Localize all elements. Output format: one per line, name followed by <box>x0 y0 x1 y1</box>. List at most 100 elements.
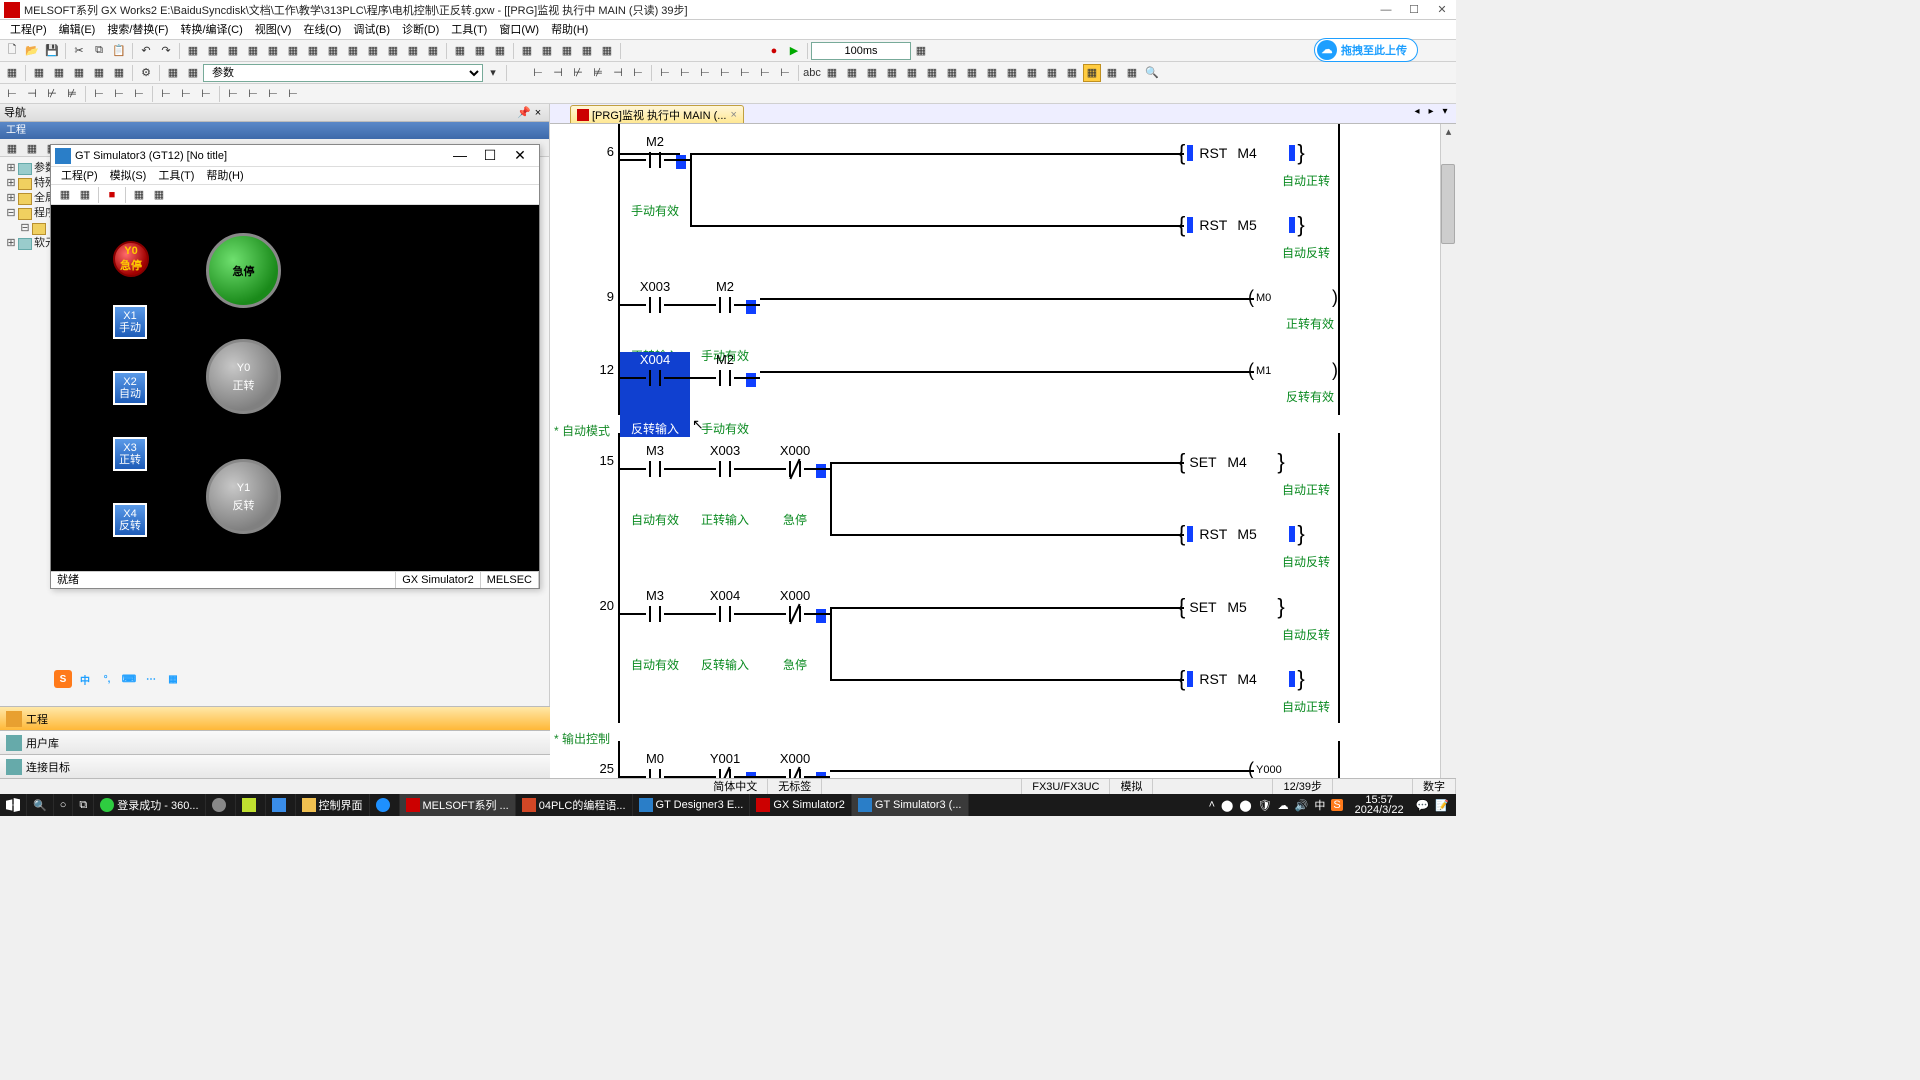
save-icon[interactable]: 💾 <box>43 42 61 60</box>
gt-menu-project[interactable]: 工程(P) <box>55 167 104 184</box>
hmi-x4-button[interactable]: X4 反转 <box>113 503 147 537</box>
ime-punct-icon[interactable]: °, <box>98 670 116 688</box>
tray-icon[interactable]: 🔊 <box>1295 799 1309 812</box>
tb-icon[interactable]: ▦ <box>558 42 576 60</box>
tb-icon[interactable]: ▦ <box>364 42 382 60</box>
hmi-x2-button[interactable]: X2 自动 <box>113 371 147 405</box>
tb-icon[interactable]: ▦ <box>344 42 362 60</box>
tb-icon[interactable]: ▦ <box>204 42 222 60</box>
menu-online[interactable]: 在线(O) <box>297 20 347 40</box>
taskbar-taskview[interactable]: ⧉ <box>73 794 94 816</box>
menu-project[interactable]: 工程(P) <box>4 20 53 40</box>
ladder-edit-icon[interactable]: ⊬ <box>43 85 61 103</box>
scroll-thumb[interactable] <box>1441 164 1455 244</box>
gt-menu-sim[interactable]: 模拟(S) <box>104 167 153 184</box>
ladder-tool-icon[interactable]: ⊭ <box>589 64 607 82</box>
gt-maximize-button[interactable]: ☐ <box>475 147 505 164</box>
vertical-scrollbar[interactable]: ▴ ▾ <box>1440 124 1456 800</box>
tab-prev-icon[interactable]: ◂ <box>1410 106 1424 117</box>
menu-window[interactable]: 窗口(W) <box>493 20 545 40</box>
tb-icon[interactable]: ▦ <box>50 64 68 82</box>
tb-icon[interactable]: ▦ <box>491 42 509 60</box>
pin-icon[interactable]: 📌 <box>517 104 531 121</box>
taskbar-app-gxworks[interactable]: MELSOFT系列 ... <box>400 794 516 816</box>
ladder-tool-icon[interactable]: abc <box>803 64 821 82</box>
ladder-edit-icon[interactable]: ⊢ <box>130 85 148 103</box>
nav-view-icon[interactable]: ▦ <box>3 139 21 157</box>
ladder-edit-icon[interactable]: ⊢ <box>177 85 195 103</box>
menu-tools[interactable]: 工具(T) <box>445 20 493 40</box>
ime-cn-icon[interactable]: 中 <box>76 670 94 688</box>
ime-kbd-icon[interactable]: ⌨ <box>120 670 138 688</box>
ladder-tool-icon[interactable]: ▦ <box>1083 64 1101 82</box>
tray-icon[interactable]: 🛡 <box>1258 799 1272 812</box>
tb-icon[interactable]: ▦ <box>324 42 342 60</box>
ladder-tool-icon[interactable]: ▦ <box>963 64 981 82</box>
menu-edit[interactable]: 编辑(E) <box>53 20 102 40</box>
timebase-input[interactable] <box>811 42 911 60</box>
left-tab-userlib[interactable]: 用户库 <box>0 730 550 754</box>
ladder-tool-icon[interactable]: ▦ <box>923 64 941 82</box>
taskbar-app[interactable] <box>236 794 266 816</box>
tb-icon[interactable]: ▦ <box>598 42 616 60</box>
zoom-icon[interactable]: 🔍 <box>1143 64 1161 82</box>
ladder-editor[interactable]: 6 M2 手动有效 { RST M4 } 自动正转 <box>550 124 1456 800</box>
tb-icon[interactable]: ▦ <box>164 64 182 82</box>
cut-icon[interactable]: ✂ <box>70 42 88 60</box>
ladder-tool-icon[interactable]: ▦ <box>1023 64 1041 82</box>
tb-icon[interactable]: ▦ <box>264 42 282 60</box>
tb-icon[interactable]: ▦ <box>912 42 930 60</box>
tb-icon[interactable]: ▦ <box>384 42 402 60</box>
gt-menu-tools[interactable]: 工具(T) <box>152 167 200 184</box>
ladder-tool-icon[interactable]: ⊢ <box>696 64 714 82</box>
ladder-tool-icon[interactable]: ⊢ <box>656 64 674 82</box>
ladder-edit-icon[interactable]: ⊢ <box>244 85 262 103</box>
ladder-tool-icon[interactable]: ▦ <box>883 64 901 82</box>
tray-ime-icon[interactable]: 中 <box>1314 797 1325 813</box>
tray-ime-s-icon[interactable]: S <box>1331 799 1342 811</box>
hmi-x3-button[interactable]: X3 正转 <box>113 437 147 471</box>
ladder-tool-icon[interactable]: ▦ <box>1123 64 1141 82</box>
menu-debug[interactable]: 调试(B) <box>347 20 396 40</box>
tb-icon[interactable]: ▦ <box>224 42 242 60</box>
tray-notifications-icon[interactable]: 💬 <box>1416 799 1430 812</box>
maximize-button[interactable]: ☐ <box>1400 1 1428 19</box>
play-icon[interactable]: ▶ <box>785 42 803 60</box>
ladder-edit-icon[interactable]: ⊢ <box>264 85 282 103</box>
ime-toolbar[interactable]: S 中 °, ⌨ ⋯ ▦ <box>52 668 184 690</box>
ladder-tool-icon[interactable]: ▦ <box>1043 64 1061 82</box>
menu-search[interactable]: 搜索/替换(F) <box>101 20 174 40</box>
ladder-tool-icon[interactable]: ⊢ <box>529 64 547 82</box>
redo-icon[interactable]: ↷ <box>157 42 175 60</box>
gt-tb-icon[interactable]: ▦ <box>76 186 94 204</box>
tray-icon[interactable]: ☁ <box>1278 799 1289 812</box>
tb-icon[interactable]: ▦ <box>3 64 21 82</box>
taskbar-app[interactable] <box>206 794 236 816</box>
gt-stop-icon[interactable]: ■ <box>103 186 121 204</box>
tray-icon[interactable]: ⬤ <box>1221 799 1233 812</box>
tb-icon[interactable]: ▦ <box>70 64 88 82</box>
tb-icon[interactable]: ▦ <box>518 42 536 60</box>
gt-close-button[interactable]: ✕ <box>505 147 535 164</box>
tb-icon[interactable]: ▦ <box>110 64 128 82</box>
ladder-tool-icon[interactable]: ▦ <box>903 64 921 82</box>
ladder-tool-icon[interactable]: ⊣ <box>609 64 627 82</box>
gt-minimize-button[interactable]: — <box>445 147 475 164</box>
ladder-tool-icon[interactable]: ⊢ <box>776 64 794 82</box>
ladder-tool-icon[interactable]: ⊬ <box>569 64 587 82</box>
ladder-edit-icon[interactable]: ⊢ <box>3 85 21 103</box>
hmi-x1-button[interactable]: X1 手动 <box>113 305 147 339</box>
tb-icon[interactable]: ▦ <box>30 64 48 82</box>
tray-chevron-icon[interactable]: ˄ <box>1209 799 1215 811</box>
hmi-y1-indicator[interactable]: Y1 反转 <box>206 459 281 534</box>
menu-help[interactable]: 帮助(H) <box>545 20 594 40</box>
ladder-tool-icon[interactable]: ▦ <box>863 64 881 82</box>
taskbar-app[interactable] <box>266 794 296 816</box>
tb-icon[interactable]: ▦ <box>404 42 422 60</box>
param-select[interactable]: 参数 <box>203 64 483 82</box>
tb-icon[interactable]: ▦ <box>304 42 322 60</box>
taskbar-app-360[interactable]: 登录成功 - 360... <box>94 794 205 816</box>
ladder-tool-icon[interactable]: ▦ <box>1003 64 1021 82</box>
taskbar-app[interactable] <box>370 794 400 816</box>
taskbar-search[interactable]: 🔍 <box>27 794 54 816</box>
